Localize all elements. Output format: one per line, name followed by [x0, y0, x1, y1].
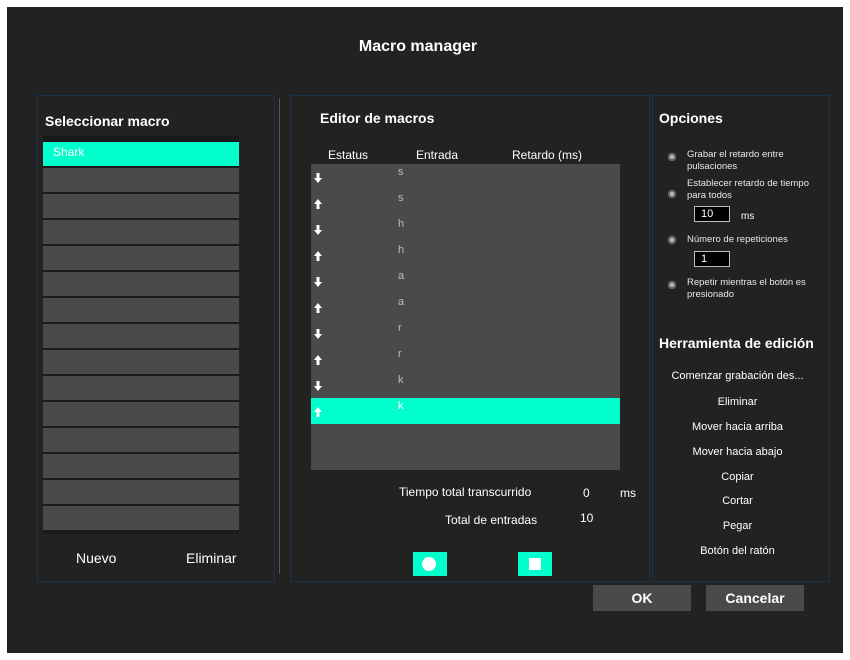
entry-key: s	[398, 192, 404, 204]
macro-entry-row[interactable]: a	[311, 268, 620, 294]
key-down-arrow-icon	[314, 225, 322, 235]
key-up-arrow-icon	[314, 251, 322, 261]
elapsed-time-unit: ms	[620, 486, 636, 500]
move-up-button[interactable]: Mover hacia arriba	[651, 421, 824, 433]
key-down-arrow-icon	[314, 381, 322, 391]
macro-slot[interactable]	[43, 454, 239, 478]
macro-slot[interactable]	[43, 480, 239, 504]
macro-entry-row[interactable]: s	[311, 164, 620, 190]
macro-entry-row[interactable]: h	[311, 216, 620, 242]
column-delay[interactable]: Retardo (ms)	[512, 148, 582, 162]
macro-entry-row[interactable]: k	[311, 398, 620, 424]
delete-macro-button[interactable]: Eliminar	[186, 550, 237, 566]
repeat-count-radio[interactable]	[668, 236, 676, 244]
record-button[interactable]	[413, 552, 447, 576]
macro-slot[interactable]	[43, 376, 239, 400]
macro-slot[interactable]	[43, 220, 239, 244]
macro-slot[interactable]	[43, 298, 239, 322]
ok-button[interactable]: OK	[593, 585, 691, 611]
key-down-arrow-icon	[314, 277, 322, 287]
key-up-arrow-icon	[314, 199, 322, 209]
elapsed-time-label: Tiempo total transcurrido	[399, 485, 532, 499]
options-title: Opciones	[659, 110, 723, 126]
key-up-arrow-icon	[314, 355, 322, 365]
macro-slot[interactable]	[43, 428, 239, 452]
delay-input[interactable]: 10	[694, 206, 730, 222]
macro-entry-row[interactable]: k	[311, 372, 620, 398]
macro-entries-list: s s h h a a r r k k	[311, 164, 620, 470]
delay-unit: ms	[741, 211, 755, 222]
entry-key: h	[398, 218, 405, 230]
entry-key: a	[398, 296, 405, 308]
record-delay-label: Grabar el retardo entre pulsaciones	[687, 149, 784, 172]
key-down-arrow-icon	[314, 329, 322, 339]
delete-entry-button[interactable]: Eliminar	[651, 396, 824, 408]
new-macro-button[interactable]: Nuevo	[76, 550, 116, 566]
macro-slot[interactable]	[43, 324, 239, 348]
elapsed-time-value: 0	[583, 486, 590, 500]
entry-key: r	[398, 322, 402, 334]
macro-slot[interactable]	[43, 350, 239, 374]
repeat-while-pressed-radio[interactable]	[668, 281, 676, 289]
set-delay-radio[interactable]	[668, 190, 676, 198]
macro-editor-title: Editor de macros	[320, 110, 435, 126]
total-entries-value: 10	[580, 511, 594, 525]
column-status[interactable]: Estatus	[328, 148, 368, 162]
macro-slot[interactable]	[43, 272, 239, 296]
entry-key: k	[398, 374, 404, 386]
macro-entry-row[interactable]: a	[311, 294, 620, 320]
record-delay-radio[interactable]	[668, 153, 676, 161]
select-macro-title: Seleccionar macro	[45, 113, 170, 129]
mouse-button-button[interactable]: Botón del ratón	[651, 545, 824, 557]
start-recording-from-button[interactable]: Comenzar grabación des...	[651, 370, 824, 382]
macro-entry-row[interactable]: s	[311, 190, 620, 216]
paste-button[interactable]: Pegar	[651, 520, 824, 532]
copy-button[interactable]: Copiar	[651, 471, 824, 483]
macro-slot[interactable]	[43, 402, 239, 426]
macro-entry-row[interactable]: r	[311, 346, 620, 372]
cancel-button[interactable]: Cancelar	[706, 585, 804, 611]
cut-button[interactable]: Cortar	[651, 495, 824, 507]
macro-entry-row[interactable]: r	[311, 320, 620, 346]
macro-slot[interactable]	[43, 194, 239, 218]
panel-divider	[279, 98, 280, 574]
entry-key: k	[398, 400, 404, 412]
dialog-title: Macro manager	[358, 38, 478, 55]
total-entries-label: Total de entradas	[445, 513, 538, 527]
macro-slot[interactable]	[43, 506, 239, 530]
entry-key: h	[398, 244, 405, 256]
move-down-button[interactable]: Mover hacia abajo	[651, 446, 824, 458]
macro-list: Shark	[43, 136, 239, 534]
key-up-arrow-icon	[314, 407, 322, 417]
key-up-arrow-icon	[314, 303, 322, 313]
key-down-arrow-icon	[314, 173, 322, 183]
column-input[interactable]: Entrada	[416, 148, 458, 162]
edit-tools-title: Herramienta de edición	[659, 335, 814, 351]
entry-key: a	[398, 270, 405, 282]
entry-key: s	[398, 166, 404, 178]
repeat-while-pressed-label: Repetir mientras el botón es presionado	[687, 277, 806, 300]
record-circle-icon	[422, 557, 436, 571]
stop-square-icon	[529, 558, 541, 570]
entry-key: r	[398, 348, 402, 360]
macro-entry-row[interactable]: h	[311, 242, 620, 268]
set-delay-label: Establecer retardo de tiempo para todos	[687, 178, 809, 201]
macro-slot[interactable]	[43, 246, 239, 270]
macro-slot[interactable]: Shark	[43, 142, 239, 166]
repeat-count-input[interactable]: 1	[694, 251, 730, 267]
stop-button[interactable]	[518, 552, 552, 576]
macro-slot[interactable]	[43, 168, 239, 192]
repeat-count-label: Número de repeticiones	[687, 234, 788, 245]
